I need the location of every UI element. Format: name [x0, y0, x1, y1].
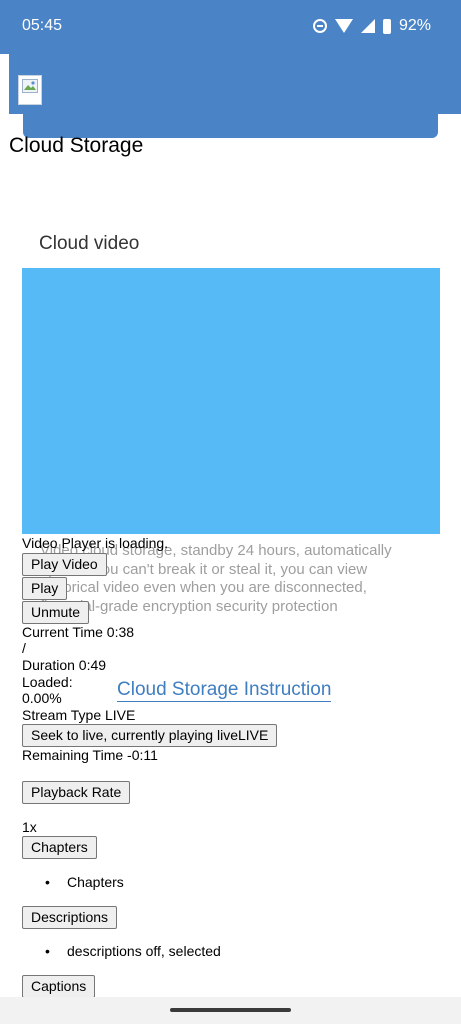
chapters-button[interactable]: Chapters [22, 836, 97, 859]
chapters-menu-item[interactable]: Chapters [45, 874, 124, 890]
do-not-disturb-icon [312, 19, 327, 33]
descriptions-menu-item[interactable]: descriptions off, selected [45, 943, 221, 959]
playback-rate-value: 1x [22, 819, 37, 835]
descriptions-button[interactable]: Descriptions [22, 906, 118, 929]
cloud-storage-instruction-link[interactable]: Cloud Storage Instruction [117, 679, 332, 702]
captions-button[interactable]: Captions [22, 975, 96, 998]
status-time: 05:45 [22, 17, 63, 34]
broken-image-icon [18, 75, 42, 105]
page-title: Cloud Storage [9, 134, 144, 157]
battery-icon [382, 18, 391, 34]
status-icons: 92% [312, 17, 431, 35]
home-gesture-handle[interactable] [170, 1008, 291, 1012]
signal-icon [360, 19, 375, 33]
unmute-button[interactable]: Unmute [22, 601, 90, 624]
time-divider: / [22, 640, 26, 656]
video-player[interactable] [22, 268, 440, 534]
app-header [9, 54, 461, 114]
loaded-label: Loaded: [22, 674, 73, 690]
play-video-button[interactable]: Play Video [22, 553, 107, 576]
loaded-value: 0.00% [22, 690, 62, 706]
status-bar: 05:45 92% [0, 0, 461, 54]
player-loading-text: Video Player is loading. [22, 535, 169, 551]
battery-percent: 92% [398, 17, 431, 34]
wifi-icon [334, 19, 353, 33]
chapters-menu-item-label: Chapters [67, 874, 124, 890]
descriptions-menu-item-label: descriptions off, selected [67, 943, 221, 959]
seek-to-live-button[interactable]: Seek to live, currently playing liveLIVE [22, 724, 278, 747]
section-title: Cloud video [39, 233, 140, 254]
duration: Duration 0:49 [22, 657, 107, 673]
current-time: Current Time 0:38 [22, 624, 135, 640]
playback-rate-button[interactable]: Playback Rate [22, 781, 131, 804]
stream-type: Stream Type LIVE [22, 707, 136, 723]
play-button[interactable]: Play [22, 577, 68, 600]
remaining-time: Remaining Time -0:11 [22, 747, 158, 763]
